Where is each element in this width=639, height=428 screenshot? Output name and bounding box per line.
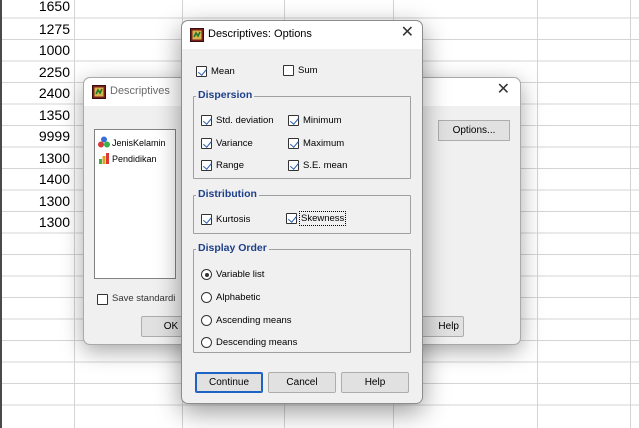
sum-checkbox[interactable]	[283, 65, 294, 76]
cell-value[interactable]: 9999	[4, 127, 70, 145]
cell-value[interactable]: 1300	[4, 149, 70, 167]
spss-app-icon	[190, 28, 204, 42]
options-button[interactable]: Options...	[438, 120, 510, 141]
range-label: Range	[216, 160, 244, 171]
cell-value[interactable]: 1300	[4, 213, 70, 231]
cell-value[interactable]: 1350	[4, 106, 70, 124]
options-title: Descriptives: Options	[208, 28, 312, 40]
list-item[interactable]: Pendidikan	[98, 152, 157, 164]
dispersion-title: Dispersion	[196, 89, 255, 101]
mean-checkbox[interactable]	[196, 66, 207, 77]
kurtosis-checkbox[interactable]	[201, 214, 212, 225]
cell-value[interactable]: 2400	[4, 84, 70, 102]
distribution-title: Distribution	[196, 188, 259, 200]
maximum-checkbox[interactable]	[288, 138, 299, 149]
variable-list[interactable]: JenisKelamin Pendidikan	[94, 129, 176, 279]
kurtosis-label: Kurtosis	[216, 214, 251, 225]
variable-list-label: Variable list	[216, 269, 265, 280]
options-titlebar[interactable]: Descriptives: Options ✕	[182, 21, 422, 49]
descriptives-title: Descriptives	[110, 85, 170, 97]
variance-label: Variance	[216, 138, 253, 149]
std-deviation-label: Std. deviation	[216, 115, 274, 126]
ordinal-variable-icon	[99, 153, 109, 164]
std-deviation-checkbox[interactable]	[201, 115, 212, 126]
variance-checkbox[interactable]	[201, 138, 212, 149]
variable-list-radio[interactable]	[201, 269, 212, 280]
cancel-button[interactable]: Cancel	[268, 372, 336, 393]
save-standardized-checkbox[interactable]	[97, 294, 108, 305]
cell-value[interactable]: 1650	[4, 0, 70, 15]
mean-label: Mean	[211, 66, 235, 77]
minimum-label: Minimum	[303, 115, 342, 126]
sum-label: Sum	[298, 65, 318, 76]
list-item[interactable]: JenisKelamin	[98, 136, 166, 148]
variable-name: Pendidikan	[112, 154, 157, 164]
cell-value[interactable]: 1300	[4, 192, 70, 210]
spss-app-icon	[92, 85, 106, 99]
se-mean-checkbox[interactable]	[288, 160, 299, 171]
display-order-title: Display Order	[196, 242, 269, 254]
range-checkbox[interactable]	[201, 160, 212, 171]
alphabetic-radio[interactable]	[201, 292, 212, 303]
maximum-label: Maximum	[303, 138, 345, 149]
nominal-variable-icon	[98, 136, 110, 148]
skewness-label: Skewness	[298, 211, 347, 226]
cell-value[interactable]: 1400	[4, 170, 70, 188]
continue-button[interactable]: Continue	[195, 372, 263, 393]
close-icon[interactable]: ✕	[401, 25, 414, 41]
descriptives-options-dialog: Descriptives: Options ✕ Mean Sum Dispers…	[181, 20, 423, 404]
minimum-checkbox[interactable]	[288, 115, 299, 126]
save-standardized-label: Save standardi	[112, 293, 176, 304]
ascending-means-label: Ascending means	[216, 315, 292, 326]
alphabetic-label: Alphabetic	[216, 292, 261, 303]
ascending-means-radio[interactable]	[201, 315, 212, 326]
cell-value[interactable]: 1275	[4, 20, 70, 38]
cell-value[interactable]: 2250	[4, 63, 70, 81]
variable-name: JenisKelamin	[112, 138, 166, 148]
cell-value[interactable]: 1000	[4, 41, 70, 59]
close-icon[interactable]: ✕	[497, 82, 510, 98]
descending-means-label: Descending means	[216, 337, 298, 348]
descending-means-radio[interactable]	[201, 337, 212, 348]
se-mean-label: S.E. mean	[303, 160, 348, 171]
skewness-checkbox[interactable]	[286, 213, 297, 224]
help-button[interactable]: Help	[341, 372, 409, 393]
